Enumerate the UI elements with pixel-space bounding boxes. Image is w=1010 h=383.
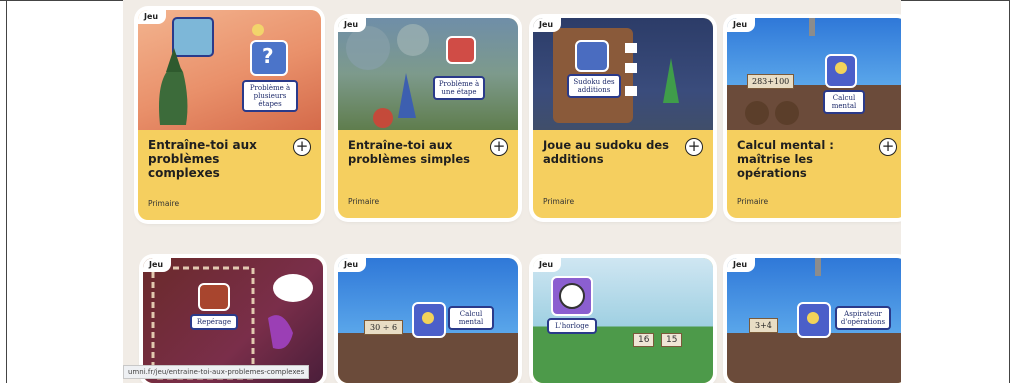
sudoku-grid-icon bbox=[575, 40, 609, 72]
card-body: Entraîne-toi aux problèmes simples + Pri… bbox=[338, 130, 518, 218]
thumbnail-label: Sudoku des additions bbox=[567, 74, 621, 98]
calculator-icon bbox=[825, 54, 857, 88]
clock-digit-minutes: 15 bbox=[661, 333, 683, 347]
status-bar-url: umni.fr/jeu/entraine-toi-aux-problemes-c… bbox=[123, 365, 310, 379]
card-body: Calcul mental : maîtrise les opérations … bbox=[727, 130, 901, 218]
card-title: Entraîne-toi aux problèmes complexes bbox=[148, 138, 257, 180]
game-card-aspirateur-operations[interactable]: Jeu 3+4 Aspirateur d'opérations bbox=[727, 258, 901, 383]
game-card-problemes-complexes[interactable]: Jeu ? Problème à plusieurs étapes Entraî… bbox=[138, 10, 321, 220]
game-badge: Jeu bbox=[727, 18, 756, 32]
add-button[interactable]: + bbox=[490, 138, 508, 156]
thumbnail-label: Problème à une étape bbox=[433, 76, 485, 100]
games-grid: Jeu ? Problème à plusieurs étapes Entraî… bbox=[123, 0, 901, 383]
card-title: Entraîne-toi aux problèmes simples bbox=[348, 138, 470, 166]
card-thumbnail: Jeu L'horloge 16 15 bbox=[533, 258, 713, 383]
game-card-problemes-simples[interactable]: Jeu Problème à une étape Entraîne-toi au… bbox=[338, 18, 518, 218]
game-badge: Jeu bbox=[338, 18, 367, 32]
level-label: Primaire bbox=[348, 197, 380, 206]
window-border-left bbox=[6, 0, 7, 383]
cards-icon bbox=[446, 36, 476, 64]
thumbnail-label: Aspirateur d'opérations bbox=[835, 306, 891, 330]
game-badge: Jeu bbox=[533, 18, 562, 32]
game-card-calcul-mental-division[interactable]: Jeu 30 ÷ 6 Calcul mental bbox=[338, 258, 518, 383]
clock-digit-hours: 16 bbox=[633, 333, 655, 347]
operation-display: 30 ÷ 6 bbox=[364, 320, 404, 335]
game-badge: Jeu bbox=[143, 258, 172, 272]
card-thumbnail: Jeu ? Problème à plusieurs étapes bbox=[138, 10, 321, 130]
scene-illustration bbox=[553, 28, 679, 123]
game-badge: Jeu bbox=[338, 258, 367, 272]
card-body: Entraîne-toi aux problèmes complexes + P… bbox=[138, 130, 321, 220]
card-thumbnail: Jeu Sudoku des additions bbox=[533, 18, 713, 130]
add-button[interactable]: + bbox=[685, 138, 703, 156]
card-thumbnail: Jeu 30 ÷ 6 Calcul mental bbox=[338, 258, 518, 383]
level-label: Primaire bbox=[148, 199, 180, 208]
game-card-sudoku-additions[interactable]: Jeu Sudoku des additions Joue au sudoku … bbox=[533, 18, 713, 218]
scene-illustration bbox=[346, 24, 429, 128]
scene-illustration bbox=[159, 17, 292, 125]
operation-display: 283+100 bbox=[747, 74, 795, 89]
level-label: Primaire bbox=[543, 197, 575, 206]
thumbnail-label: Calcul mental bbox=[448, 306, 494, 330]
game-card-horloge[interactable]: Jeu L'horloge 16 15 bbox=[533, 258, 713, 383]
thumbnail-label: Problème à plusieurs étapes bbox=[242, 80, 298, 112]
card-thumbnail: Jeu 283+100 Calcul mental bbox=[727, 18, 901, 130]
map-pin-icon bbox=[198, 283, 230, 311]
game-badge: Jeu bbox=[138, 10, 167, 24]
card-thumbnail: Jeu 3+4 Aspirateur d'opérations bbox=[727, 258, 901, 383]
question-icon: ? bbox=[250, 40, 288, 76]
game-badge: Jeu bbox=[533, 258, 562, 272]
level-label: Primaire bbox=[737, 197, 769, 206]
game-badge: Jeu bbox=[727, 258, 756, 272]
operation-display: 3+4 bbox=[749, 318, 778, 333]
add-button[interactable]: + bbox=[879, 138, 897, 156]
add-button[interactable]: + bbox=[293, 138, 311, 156]
thumbnail-label: Calcul mental bbox=[823, 90, 865, 114]
card-title: Calcul mental : maîtrise les opérations bbox=[737, 138, 834, 180]
clock-icon bbox=[551, 276, 593, 316]
card-title: Joue au sudoku des additions bbox=[543, 138, 670, 166]
vacuum-icon bbox=[797, 302, 831, 338]
card-thumbnail: Jeu Problème à une étape bbox=[338, 18, 518, 130]
thumbnail-label: Repérage bbox=[190, 314, 238, 330]
calculator-icon bbox=[412, 302, 446, 338]
card-body: Joue au sudoku des additions + Primaire bbox=[533, 130, 713, 218]
thumbnail-label: L'horloge bbox=[547, 318, 597, 334]
game-card-calcul-mental[interactable]: Jeu 283+100 Calcul mental Calcul mental … bbox=[727, 18, 901, 218]
